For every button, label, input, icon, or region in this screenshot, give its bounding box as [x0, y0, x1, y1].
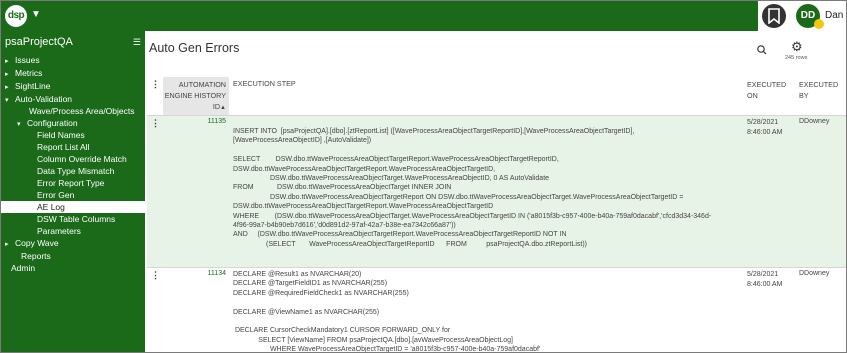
sidebar-item-label: Report List All — [37, 142, 90, 152]
sidebar-item-label: Metrics — [15, 68, 43, 78]
dsp-logo[interactable]: dsp — [5, 5, 27, 27]
column-header-executed-by[interactable]: EXECUTED BY — [799, 79, 845, 101]
executed-on: 5/28/2021 8:46:00 AM — [747, 119, 783, 136]
sidebar-item-ae-log[interactable]: AE Log — [1, 201, 145, 213]
sidebar-item-label: Parameters — [37, 226, 81, 236]
column-header-id[interactable]: AUTOMATION ENGINE HISTORY ID▲ — [163, 77, 229, 115]
column-header-step[interactable]: EXECUTION STEP — [233, 79, 296, 88]
executed-by: DDowney — [799, 118, 830, 125]
sidebar: psaProjectQA ☰ ▸ Issues ▸ Metrics ▸ SightLi… — [1, 31, 145, 352]
sidebar-item-label: Field Names — [37, 130, 85, 140]
status-dot — [814, 19, 824, 29]
sidebar-item-metrics[interactable]: ▸ Metrics — [1, 67, 145, 79]
sidebar-item-dsw-table-columns[interactable]: DSW Table Columns — [1, 213, 145, 225]
sidebar-item-label: Configuration — [27, 118, 78, 128]
execution-step: DECLARE @Result1 as NVARCHAR(20) DECLARE… — [233, 271, 541, 353]
row-menu-icon[interactable]: ⋮ — [151, 118, 160, 129]
sidebar-item-label: Auto-Validation — [15, 94, 73, 104]
sidebar-item-label: AE Log — [37, 202, 65, 212]
sidebar-item-admin[interactable]: Admin — [1, 262, 145, 274]
sidebar-item-sightline[interactable]: ▸ SightLine — [1, 80, 145, 92]
project-title[interactable]: psaProjectQA — [5, 36, 73, 48]
sidebar-item-label: Data Type Mismatch — [37, 166, 115, 176]
gear-icon[interactable]: ⚙ — [791, 39, 803, 55]
app-window: dsp ▼ DD Dan psaProjectQA ☰ ▸ Issues ▸ Met… — [0, 0, 847, 353]
column-header-label: AUTOMATION ENGINE HISTORY ID — [164, 80, 226, 111]
sidebar-item-label: SightLine — [15, 81, 51, 91]
bookmark-button[interactable] — [762, 4, 786, 28]
sidebar-item-reports[interactable]: Reports — [1, 250, 145, 262]
sidebar-item-error-report-type[interactable]: Error Report Type — [1, 177, 145, 189]
sidebar-item-label: Error Report Type — [37, 178, 105, 188]
top-bar: dsp ▼ — [1, 1, 846, 31]
user-panel: DD Dan — [758, 1, 846, 31]
main-content: Auto Gen Errors ⚙ 245 rows ⋮ AUTOMATION … — [145, 31, 846, 353]
sidebar-item-label: Error Gen — [37, 190, 75, 200]
sidebar-item-label: DSW Table Columns — [37, 214, 116, 224]
table-row[interactable]: ⋮ 11135 INSERT INTO [psaProjectQA].[dbo]… — [147, 116, 846, 267]
sidebar-item-error-gen[interactable]: Error Gen — [1, 189, 145, 201]
row-menu-icon[interactable]: ⋮ — [151, 270, 160, 281]
sort-ascending-icon: ▲ — [220, 105, 226, 111]
column-menu-icon[interactable]: ⋮ — [151, 79, 160, 90]
executed-by: DDowney — [799, 270, 830, 277]
table-row[interactable]: ⋮ 11134 DECLARE @Result1 as NVARCHAR(20)… — [147, 268, 846, 353]
page-title: Auto Gen Errors — [149, 41, 240, 55]
sidebar-item-report-list-all[interactable]: Report List All — [1, 141, 145, 153]
sidebar-item-label: Issues — [15, 55, 40, 65]
rows-count: 245 rows — [785, 55, 808, 61]
sidebar-item-data-type-mismatch[interactable]: Data Type Mismatch — [1, 165, 145, 177]
sidebar-item-copy-wave[interactable]: ▸ Copy Wave — [1, 237, 145, 249]
user-name[interactable]: Dan — [825, 10, 843, 21]
search-icon[interactable] — [756, 43, 772, 55]
executed-on: 5/28/2021 8:46:00 AM — [747, 271, 783, 288]
sidebar-item-parameters[interactable]: Parameters — [1, 225, 145, 237]
sidebar-item-wave-objects[interactable]: Wave/Process Area/Objects — [1, 105, 145, 117]
sidebar-item-label: Copy Wave — [15, 238, 59, 248]
sidebar-item-label: Column Override Match — [37, 154, 127, 164]
sidebar-item-label: Reports — [21, 251, 51, 261]
sidebar-item-label: Wave/Process Area/Objects — [29, 106, 135, 116]
execution-step: INSERT INTO [psaProjectQA].[dbo].[ztRepo… — [233, 128, 712, 248]
history-id[interactable]: 11134 — [163, 270, 226, 277]
sidebar-item-column-override-match[interactable]: Column Override Match — [1, 153, 145, 165]
sidebar-item-auto-validation[interactable]: ▾ Auto-Validation — [1, 93, 145, 105]
sidebar-item-label: Admin — [11, 263, 36, 273]
sidebar-item-field-names[interactable]: Field Names — [1, 129, 145, 141]
bookmark-icon — [768, 8, 780, 24]
sidebar-item-issues[interactable]: ▸ Issues — [1, 54, 145, 66]
column-header-executed-on[interactable]: EXECUTED ON — [747, 79, 791, 101]
sidebar-item-configuration[interactable]: ▾ Configuration — [1, 117, 145, 129]
history-id[interactable]: 11135 — [163, 118, 226, 125]
hamburger-menu-icon[interactable]: ☰ — [133, 37, 141, 48]
chevron-down-icon[interactable]: ▼ — [31, 9, 41, 20]
sidebar-header: psaProjectQA ☰ — [5, 33, 143, 51]
